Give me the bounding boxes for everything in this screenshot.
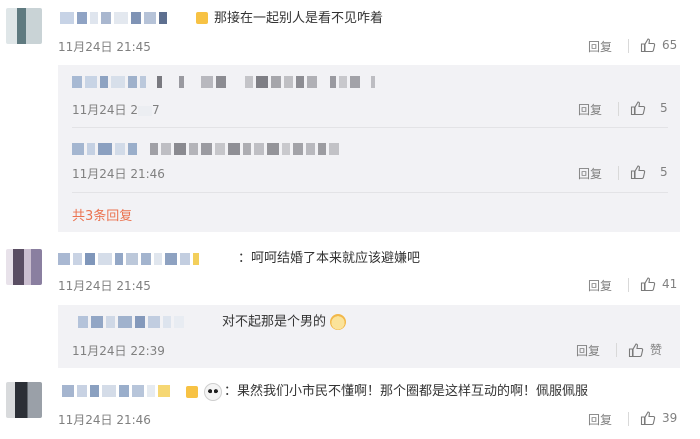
like-count: 41 xyxy=(662,277,678,291)
like-button[interactable]: 赞 xyxy=(628,341,662,358)
reply-button[interactable]: 回复 xyxy=(578,101,602,118)
comment-time: 11月24日 21:45 xyxy=(58,279,151,293)
reply-text: 对不起那是个男的 xyxy=(222,314,347,331)
comment-time: 11月24日 21:46 xyxy=(58,413,151,427)
thumb-up-icon xyxy=(640,411,656,426)
divider xyxy=(616,343,617,357)
reply-time: 11月24日 21:46 xyxy=(72,167,165,181)
like-button[interactable]: 41 xyxy=(640,276,677,292)
like-count: 65 xyxy=(662,38,678,52)
blurred-reply-text xyxy=(72,75,375,89)
blurred-username[interactable] xyxy=(58,252,199,266)
thumb-up-icon xyxy=(640,277,656,292)
divider xyxy=(72,127,668,128)
panda-emoji-icon xyxy=(204,383,222,401)
divider xyxy=(628,278,629,292)
comment-text: 那接在一起别人是看不见咋着 xyxy=(214,11,384,26)
like-count: 5 xyxy=(660,101,668,115)
divider xyxy=(628,39,629,53)
blurred-reply-text xyxy=(72,142,339,156)
blurred-username[interactable] xyxy=(62,384,170,398)
crown-badge-icon xyxy=(196,12,208,24)
like-button[interactable]: 5 xyxy=(630,100,668,116)
view-all-replies-link[interactable]: 共3条回复 xyxy=(72,205,132,224)
thumb-up-icon xyxy=(640,38,656,53)
reply-time: 11月24日 27 xyxy=(72,103,160,117)
like-button[interactable]: 5 xyxy=(630,164,668,180)
divider xyxy=(618,166,619,180)
reply-time: 11月24日 22:39 xyxy=(72,344,165,358)
blurred-username[interactable] xyxy=(60,11,167,25)
divider xyxy=(628,412,629,426)
like-count: 5 xyxy=(660,165,668,179)
avatar[interactable] xyxy=(6,8,42,44)
avatar[interactable] xyxy=(6,249,42,285)
crown-badge-icon xyxy=(186,386,198,398)
cat-emoji-icon xyxy=(330,314,347,330)
reply-button[interactable]: 回复 xyxy=(588,38,612,55)
blurred-reply-username xyxy=(78,315,184,329)
like-label: 赞 xyxy=(650,343,663,357)
avatar[interactable] xyxy=(6,382,42,418)
reply-button[interactable]: 回复 xyxy=(588,411,612,428)
like-button[interactable]: 65 xyxy=(640,37,677,53)
comment-time: 11月24日 21:45 xyxy=(58,40,151,54)
thumb-up-icon xyxy=(630,101,646,116)
reply-button[interactable]: 回复 xyxy=(576,342,600,359)
thumb-up-icon xyxy=(628,342,644,357)
divider xyxy=(618,102,619,116)
like-button[interactable]: 39 xyxy=(640,410,677,426)
comment-text: ：果然我们小市民不懂啊！那个圈都是这样互动的啊！佩服佩服 xyxy=(224,384,589,399)
like-count: 39 xyxy=(662,411,678,425)
comment-text: ：呵呵结婚了本来就应该避嫌吧 xyxy=(238,251,421,266)
thumb-up-icon xyxy=(630,165,646,180)
reply-button[interactable]: 回复 xyxy=(578,165,602,182)
reply-button[interactable]: 回复 xyxy=(588,277,612,294)
divider xyxy=(72,192,668,193)
